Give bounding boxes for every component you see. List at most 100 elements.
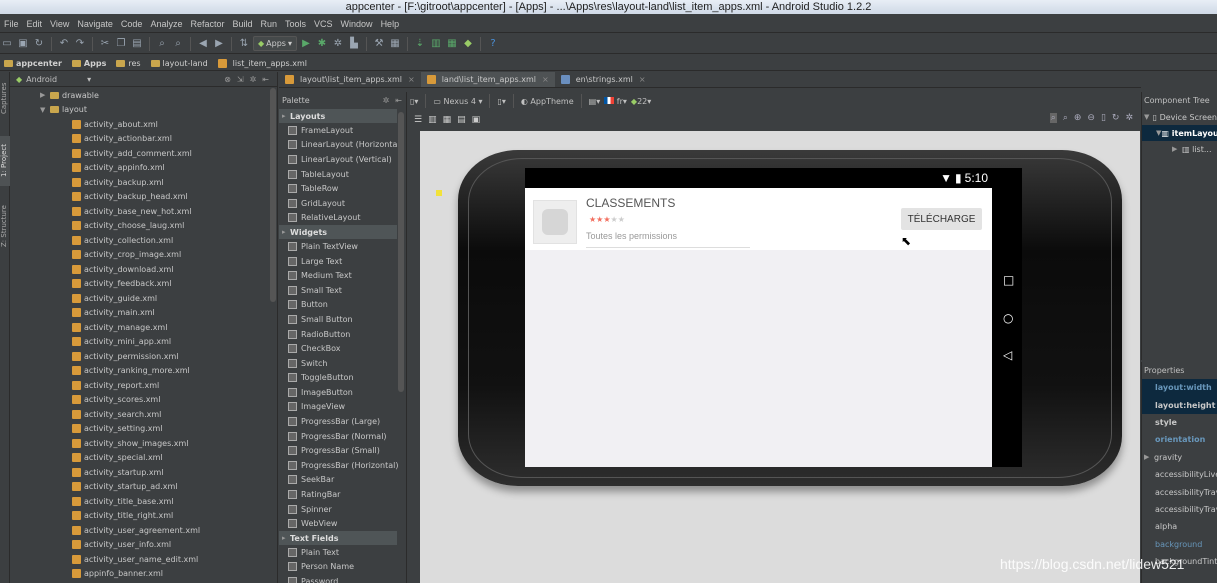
paste-icon[interactable]: ▤ <box>130 37 144 51</box>
project-structure-icon[interactable]: ⚒ <box>372 37 386 51</box>
breadcrumb-appcenter[interactable]: appcenter <box>0 59 68 68</box>
palette-item[interactable]: FrameLayout <box>279 123 406 138</box>
tree-folder-layout[interactable]: ▼ layout <box>10 103 269 118</box>
tree-file-item[interactable]: activity_user_info.xml <box>10 538 269 553</box>
tree-file-item[interactable]: activity_startup.xml <box>10 465 269 480</box>
tree-file-item[interactable]: activity_manage.xml <box>10 320 269 335</box>
palette-item[interactable]: SeekBar <box>279 473 406 488</box>
tree-file-item[interactable]: activity_base_new_hot.xml <box>10 204 269 219</box>
menu-view[interactable]: View <box>46 19 73 29</box>
palette-item[interactable]: Small Button <box>279 312 406 327</box>
tree-file-item[interactable]: activity_backup.xml <box>10 175 269 190</box>
tree-file-item[interactable]: activity_download.xml <box>10 262 269 277</box>
project-view-mode[interactable]: Android <box>26 75 57 84</box>
tree-file-item[interactable]: activity_show_images.xml <box>10 436 269 451</box>
palette-item[interactable]: Plain Text <box>279 545 406 560</box>
activity-select[interactable]: ▤▾ <box>589 97 601 106</box>
tree-file-item[interactable]: activity_special.xml <box>10 451 269 466</box>
menu-build[interactable]: Build <box>228 19 256 29</box>
breadcrumb-res[interactable]: res <box>112 59 146 68</box>
expand-arrow-icon[interactable]: ▶ <box>1172 145 1182 153</box>
palette-category[interactable]: ▸ Text Fields <box>279 531 397 546</box>
tree-file-item[interactable]: activity_user_name_edit.xml <box>10 552 269 567</box>
project-scrollbar[interactable] <box>270 88 276 302</box>
menu-edit[interactable]: Edit <box>23 19 47 29</box>
chevron-down-icon[interactable]: ▾ <box>87 75 91 84</box>
avd-manager-icon[interactable]: ▥ <box>429 37 443 51</box>
tree-file-item[interactable]: activity_scores.xml <box>10 393 269 408</box>
captures-tab[interactable]: Captures <box>0 78 10 118</box>
settings-icon[interactable]: ▦ <box>388 37 402 51</box>
palette-item[interactable]: ImageView <box>279 400 406 415</box>
tree-file-item[interactable]: activity_permission.xml <box>10 349 269 364</box>
palette-item[interactable]: RadioButton <box>279 327 406 342</box>
palette-item[interactable]: Small Text <box>279 283 406 298</box>
collapse-arrow-icon[interactable]: ▼ <box>40 106 50 114</box>
property-row[interactable]: accessibilityTrav <box>1142 483 1217 500</box>
tree-file-item[interactable]: activity_main.xml <box>10 306 269 321</box>
palette-item[interactable]: Large Text <box>279 254 406 269</box>
download-button[interactable]: TÉLÉCHARGE <box>901 208 982 230</box>
zoom-out-icon[interactable]: ⊖ <box>1087 113 1095 123</box>
tree-file-item[interactable]: activity_add_comment.xml <box>10 146 269 161</box>
tab-en-strings[interactable]: en\strings.xml × <box>555 72 652 87</box>
palette-category[interactable]: ▸ Layouts <box>279 109 397 123</box>
palette-item[interactable]: ImageButton <box>279 385 406 400</box>
tree-file-item[interactable]: activity_search.xml <box>10 407 269 422</box>
sync-scroll-icon[interactable]: ⊗ <box>224 75 231 84</box>
palette-item[interactable]: TableRow <box>279 181 406 196</box>
palette-item[interactable]: ProgressBar (Small) <box>279 443 406 458</box>
tree-file-item[interactable]: activity_title_right.xml <box>10 509 269 524</box>
orientation-icon[interactable]: ▯▾ <box>497 97 505 106</box>
monitor-icon[interactable]: ◆ <box>461 37 475 51</box>
collapse-icon[interactable]: ⇲ <box>237 75 244 84</box>
menu-navigate[interactable]: Navigate <box>73 19 117 29</box>
palette-item[interactable]: ProgressBar (Normal) <box>279 429 406 444</box>
palette-item[interactable]: Medium Text <box>279 268 406 283</box>
open-icon[interactable]: ▭ <box>0 37 14 51</box>
expand-arrow-icon[interactable]: ▶ <box>40 91 50 99</box>
expand-arrow-icon[interactable]: ▶ <box>1144 453 1154 461</box>
selection-handle[interactable] <box>436 190 442 196</box>
property-row[interactable]: orientation <box>1142 431 1217 448</box>
gear-icon[interactable]: ✲ <box>250 75 257 84</box>
tree-file-item[interactable]: activity_setting.xml <box>10 422 269 437</box>
layout-expand-icon[interactable]: ▣ <box>472 115 481 125</box>
structure-tab[interactable]: Z: Structure <box>0 200 10 252</box>
palette-category[interactable]: ▸ Widgets <box>279 225 397 240</box>
palette-item[interactable]: RatingBar <box>279 487 406 502</box>
tree-file-item[interactable]: activity_crop_image.xml <box>10 248 269 263</box>
project-tab[interactable]: 1: Project <box>0 136 10 186</box>
breadcrumb-file[interactable]: list_item_apps.xml <box>214 58 313 68</box>
tree-file-item[interactable]: activity_about.xml <box>10 117 269 132</box>
collapse-arrow-icon[interactable]: ▼ <box>1144 113 1153 121</box>
coverage-icon[interactable]: ▙ <box>347 37 361 51</box>
menu-analyze[interactable]: Analyze <box>146 19 186 29</box>
tree-file-item[interactable]: appinfo_banner.xml <box>10 567 269 582</box>
menu-help[interactable]: Help <box>377 19 404 29</box>
property-row[interactable]: style <box>1142 414 1217 431</box>
tree-node-item-layout[interactable]: ▼▥ itemLayout <box>1142 125 1217 141</box>
gradle-sync-icon[interactable]: ▦ <box>445 37 459 51</box>
make-icon[interactable]: ⇅ <box>237 37 251 51</box>
palette-item[interactable]: LinearLayout (Horizontal) <box>279 138 406 153</box>
attach-icon[interactable]: ✲ <box>331 37 345 51</box>
run-icon[interactable]: ▶ <box>299 37 313 51</box>
tree-file-item[interactable]: activity_backup_head.xml <box>10 190 269 205</box>
device-select[interactable]: ▭ Nexus 4 ▾ <box>433 97 482 106</box>
tree-file-item[interactable]: activity_collection.xml <box>10 233 269 248</box>
palette-item[interactable]: TableLayout <box>279 167 406 182</box>
palette-item[interactable]: Password <box>279 574 406 583</box>
zoom-actual-icon[interactable]: ⌕ <box>1063 113 1068 123</box>
replace-icon[interactable]: ⌕ <box>171 37 185 51</box>
palette-item[interactable]: Spinner <box>279 502 406 517</box>
run-config-select[interactable]: ◆ Apps ▾ <box>253 36 297 51</box>
menu-code[interactable]: Code <box>117 19 147 29</box>
close-icon[interactable]: × <box>639 75 646 84</box>
property-row[interactable]: accessibilityTrav <box>1142 501 1217 518</box>
property-row[interactable]: alpha <box>1142 518 1217 535</box>
palette-item[interactable]: ProgressBar (Horizontal) <box>279 458 406 473</box>
palette-item[interactable]: WebView <box>279 516 406 531</box>
palette-item[interactable]: ProgressBar (Large) <box>279 414 406 429</box>
palette-scrollbar[interactable] <box>398 112 404 392</box>
